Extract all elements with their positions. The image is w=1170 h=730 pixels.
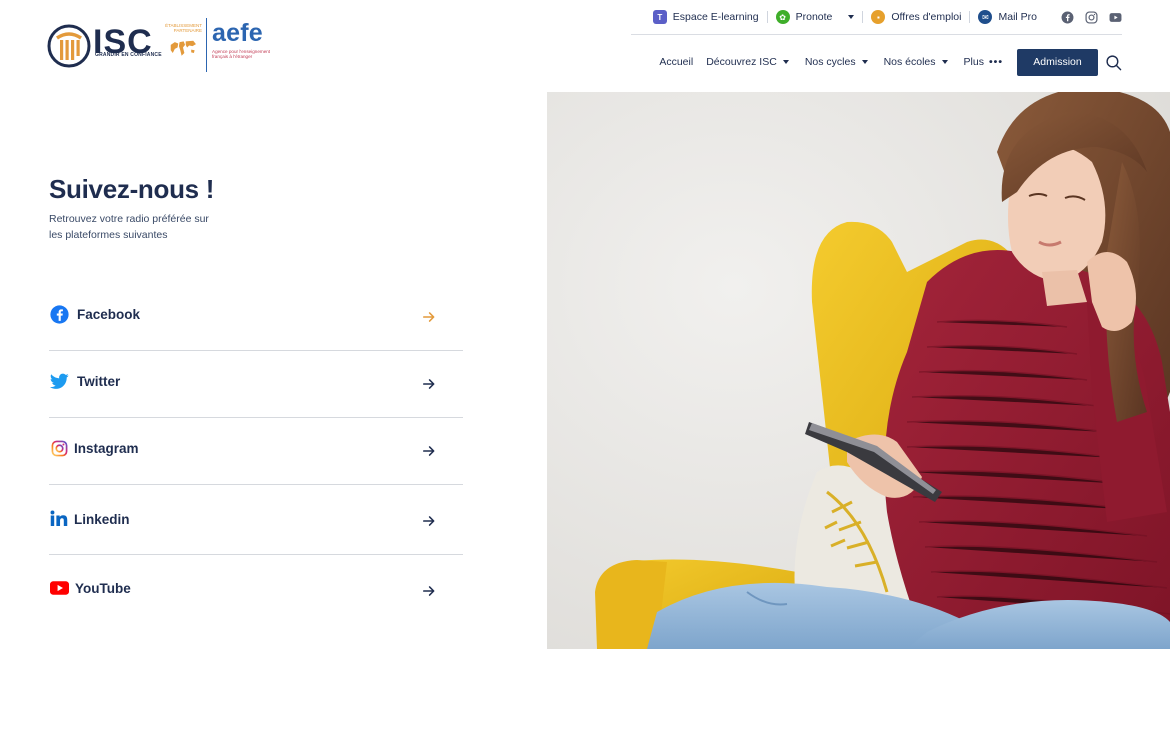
nav-label: Plus [963, 56, 984, 68]
list-item-twitter[interactable]: Twitter [49, 351, 463, 418]
instagram-icon [49, 438, 69, 458]
twitter-icon [49, 371, 69, 391]
main-nav: Accueil Découvrez ISC Nos cycles Nos éco… [646, 48, 1122, 76]
nav-label: Découvrez ISC [706, 56, 777, 68]
nav-nos-cycles[interactable]: Nos cycles [805, 56, 868, 68]
chevron-down-icon [861, 60, 868, 64]
youtube-icon [49, 578, 69, 598]
girl-with-phone-photo [547, 92, 1170, 649]
instagram-icon[interactable] [1085, 10, 1098, 24]
arrow-right-icon [421, 443, 437, 459]
social-platform-list: Facebook Twitter Instagram Linkedin YouT… [49, 285, 463, 621]
aefe-logo-text[interactable]: aefe [212, 19, 263, 47]
nav-plus[interactable]: Plus ••• [964, 56, 1003, 68]
elearning-label: Espace E-learning [672, 11, 759, 23]
list-item-label: Twitter [77, 373, 121, 389]
more-dots-icon: ••• [988, 56, 1003, 68]
chevron-down-icon [848, 15, 855, 19]
pronote-icon: ✿ [775, 10, 790, 24]
linkedin-icon [49, 509, 69, 529]
chevron-down-icon [941, 60, 948, 64]
list-item-label: Instagram [74, 440, 139, 456]
mail-pro-link[interactable]: ✉ Mail Pro [970, 10, 1045, 24]
nav-decouvrez-isc[interactable]: Découvrez ISC [706, 56, 789, 68]
arrow-right-icon [421, 376, 437, 392]
list-item-facebook[interactable]: Facebook [49, 285, 463, 351]
mail-pro-label: Mail Pro [998, 11, 1037, 23]
elearning-link[interactable]: T Espace E-learning [645, 10, 767, 24]
nav-accueil[interactable]: Accueil [659, 56, 693, 68]
nav-nos-ecoles[interactable]: Nos écoles [884, 56, 948, 68]
list-item-linkedin[interactable]: Linkedin [49, 485, 463, 555]
search-button[interactable] [1104, 53, 1122, 71]
world-map-icon [170, 40, 196, 56]
list-item-instagram[interactable]: Instagram [49, 418, 463, 485]
isc-tagline: GRANDIR EN CONFIANCE [95, 52, 162, 58]
utility-bar: T Espace E-learning ✿ Pronote ▪ Offres d… [645, 8, 1122, 26]
admission-button[interactable]: Admission [1017, 48, 1098, 76]
teams-icon: T [652, 10, 667, 24]
page-subtitle: Retrouvez votre radio préférée sur les p… [49, 213, 209, 241]
social-links [1061, 10, 1122, 24]
isc-columns-logo-icon [47, 24, 91, 68]
youtube-icon[interactable] [1109, 11, 1122, 24]
facebook-icon [49, 305, 69, 325]
search-icon [1105, 54, 1121, 70]
list-item-label: Linkedin [74, 512, 130, 527]
nav-label: Nos écoles [883, 56, 936, 68]
arrow-right-icon [421, 583, 437, 599]
partner-label: ÉTABLISSEMENT PARTENAIRE [165, 23, 202, 33]
mail-icon: ✉ [978, 10, 993, 24]
page-title: Suivez-nous ! [49, 174, 215, 204]
list-item-label: YouTube [75, 580, 131, 596]
nav-label: Accueil [659, 56, 694, 68]
jobs-link[interactable]: ▪ Offres d'emploi [863, 10, 969, 24]
list-item-youtube[interactable]: YouTube [49, 555, 463, 621]
list-item-label: Facebook [77, 307, 141, 322]
hero-image [547, 92, 1170, 649]
briefcase-icon: ▪ [871, 10, 886, 24]
nav-label: Nos cycles [804, 56, 856, 68]
header-divider [631, 34, 1122, 35]
arrow-right-icon [421, 513, 437, 529]
chevron-down-icon [782, 60, 789, 64]
arrow-right-icon [421, 309, 437, 325]
pronote-link[interactable]: ✿ Pronote [768, 10, 863, 24]
isc-logo[interactable]: ISC [47, 18, 153, 74]
facebook-icon[interactable] [1061, 11, 1074, 24]
aefe-subtitle: Agence pour l'enseignement français à l'… [212, 49, 271, 60]
jobs-label: Offres d'emploi [891, 11, 962, 23]
pronote-label: Pronote [795, 11, 833, 23]
logo-divider [206, 18, 207, 72]
